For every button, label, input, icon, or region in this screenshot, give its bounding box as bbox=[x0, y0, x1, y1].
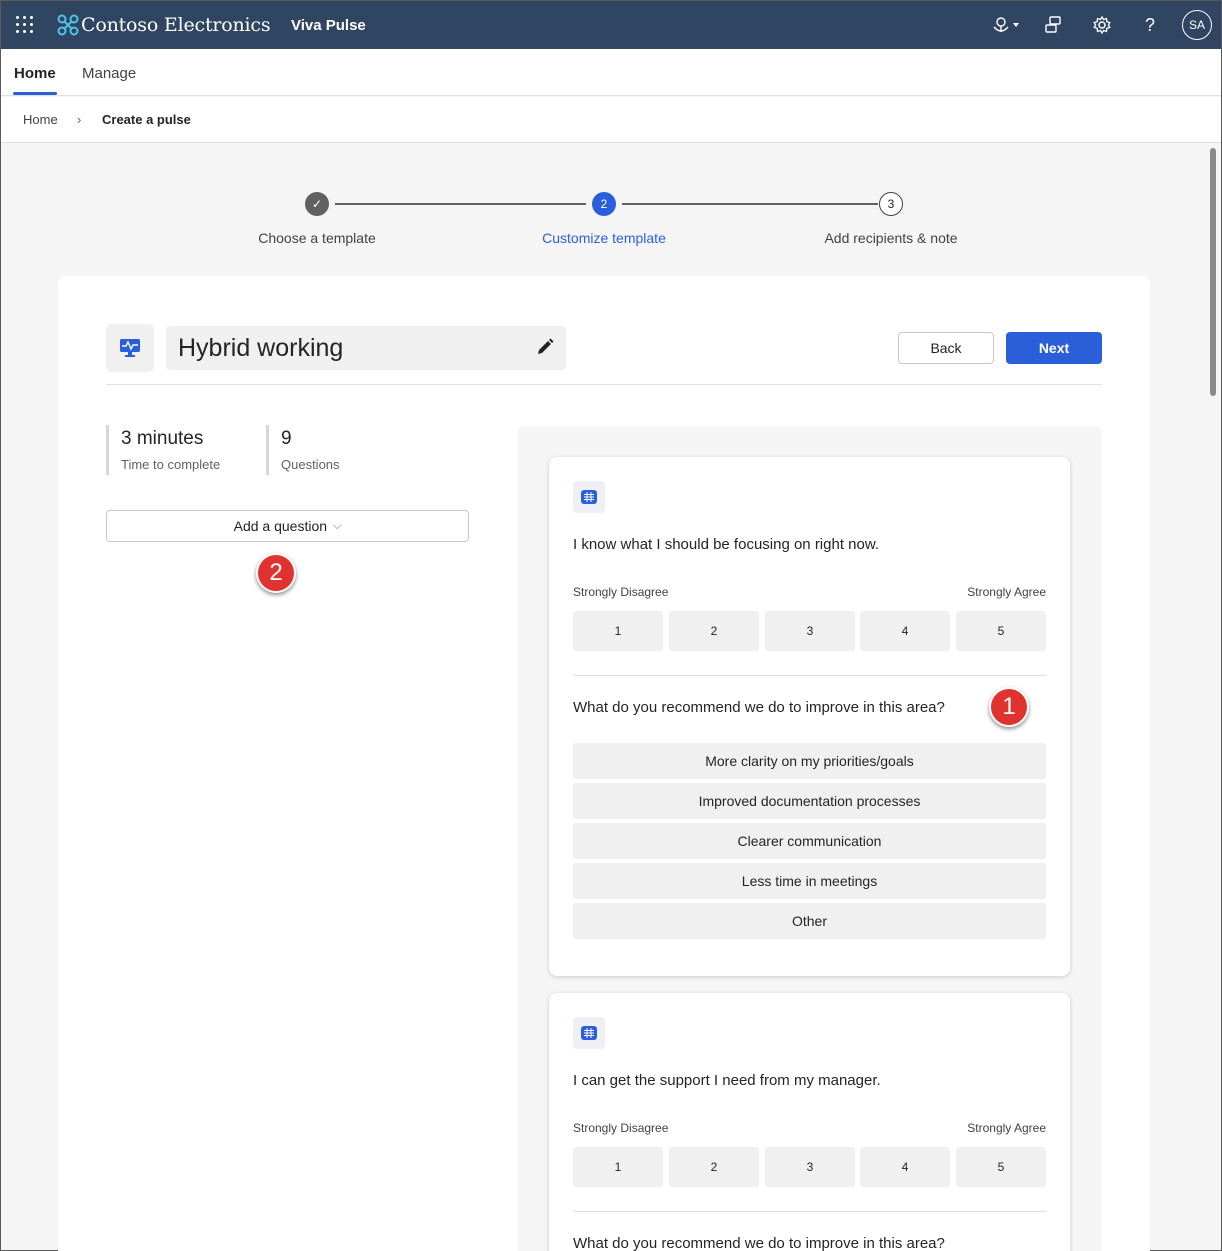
active-tab-indicator bbox=[13, 92, 57, 95]
brand-name[interactable]: Contoso Electronics bbox=[81, 14, 271, 36]
step-complete-check-icon: ✓ bbox=[305, 192, 329, 216]
scale-low-label: Strongly Disagree bbox=[573, 585, 669, 599]
question-text[interactable]: I can get the support I need from my man… bbox=[573, 1072, 881, 1089]
answer-option[interactable]: More clarity on my priorities/goals bbox=[573, 743, 1046, 779]
help-icon[interactable]: ? bbox=[1138, 13, 1162, 37]
tab-manage[interactable]: Manage bbox=[82, 65, 136, 82]
step-3-marker: 3 bbox=[879, 192, 903, 216]
feedback-icon[interactable] bbox=[1041, 13, 1065, 37]
answer-option[interactable]: Less time in meetings bbox=[573, 863, 1046, 899]
step-connector bbox=[622, 203, 878, 205]
survey-title[interactable]: Hybrid working bbox=[178, 334, 343, 363]
rating-option[interactable]: 3 bbox=[765, 1147, 855, 1187]
scale-low-label: Strongly Disagree bbox=[573, 1121, 669, 1135]
rating-option[interactable]: 2 bbox=[669, 1147, 759, 1187]
stat-time-label: Time to complete bbox=[121, 457, 221, 472]
rating-option[interactable]: 5 bbox=[956, 1147, 1046, 1187]
callout-badge-1: 1 bbox=[989, 687, 1029, 727]
breadcrumb-current: Create a pulse bbox=[102, 112, 191, 127]
app-name[interactable]: Viva Pulse bbox=[291, 17, 366, 34]
divider bbox=[106, 384, 1102, 385]
back-button[interactable]: Back bbox=[898, 332, 994, 364]
stat-time-value: 3 minutes bbox=[121, 428, 204, 449]
stat-questions: 9 Questions bbox=[266, 425, 416, 475]
chevron-down-icon: ⌵ bbox=[333, 519, 342, 532]
rating-option[interactable]: 4 bbox=[860, 1147, 950, 1187]
question-text[interactable]: I know what I should be focusing on righ… bbox=[573, 536, 879, 553]
scale-high-label: Strongly Agree bbox=[967, 1121, 1046, 1135]
next-button[interactable]: Next bbox=[1006, 332, 1102, 364]
divider bbox=[573, 1211, 1046, 1212]
step-2-marker: 2 bbox=[592, 192, 616, 216]
scrollbar-thumb[interactable] bbox=[1210, 148, 1216, 396]
stat-questions-value: 9 bbox=[281, 428, 292, 449]
add-question-button[interactable]: Add a question ⌵ bbox=[106, 510, 469, 542]
rating-option[interactable]: 3 bbox=[765, 611, 855, 651]
answer-option[interactable]: Clearer communication bbox=[573, 823, 1046, 859]
stat-questions-label: Questions bbox=[281, 457, 340, 472]
app-launcher-icon[interactable] bbox=[15, 15, 35, 35]
divider bbox=[573, 675, 1046, 676]
answer-option[interactable]: Improved documentation processes bbox=[573, 783, 1046, 819]
step-label-customize-template: Customize template bbox=[542, 230, 666, 246]
rating-option[interactable]: 5 bbox=[956, 611, 1046, 651]
followup-question-text[interactable]: What do you recommend we do to improve i… bbox=[573, 699, 945, 716]
nav-bar: Home Manage bbox=[1, 49, 1221, 96]
rating-question-icon bbox=[573, 481, 605, 513]
answer-option[interactable]: Other bbox=[573, 903, 1046, 939]
edit-pencil-icon[interactable] bbox=[534, 336, 556, 358]
settings-icon[interactable] bbox=[1090, 13, 1114, 37]
brand-logo-icon bbox=[57, 14, 79, 36]
rating-option[interactable]: 1 bbox=[573, 611, 663, 651]
breadcrumb: Home › Create a pulse bbox=[1, 97, 1221, 143]
callout-badge-2: 2 bbox=[256, 553, 296, 593]
copilot-icon[interactable] bbox=[989, 13, 1023, 37]
avatar[interactable]: SA bbox=[1182, 10, 1212, 40]
step-label-add-recipients: Add recipients & note bbox=[824, 230, 958, 246]
survey-title-field[interactable]: Hybrid working bbox=[166, 326, 566, 370]
rating-option[interactable]: 2 bbox=[669, 611, 759, 651]
stat-time: 3 minutes Time to complete bbox=[106, 425, 256, 475]
template-icon bbox=[106, 324, 154, 372]
rating-question-icon bbox=[573, 1017, 605, 1049]
add-question-label: Add a question bbox=[233, 518, 328, 534]
breadcrumb-home[interactable]: Home bbox=[23, 112, 58, 127]
step-connector bbox=[335, 203, 586, 205]
step-label-choose-template: Choose a template bbox=[258, 230, 376, 246]
tab-home[interactable]: Home bbox=[14, 65, 56, 82]
rating-option[interactable]: 4 bbox=[860, 611, 950, 651]
followup-question-text[interactable]: What do you recommend we do to improve i… bbox=[573, 1235, 945, 1251]
question-card: I can get the support I need from my man… bbox=[549, 993, 1070, 1251]
suite-bar: Contoso Electronics Viva Pulse ? SA bbox=[1, 1, 1221, 49]
scale-high-label: Strongly Agree bbox=[967, 585, 1046, 599]
chevron-right-icon: › bbox=[77, 112, 82, 127]
rating-option[interactable]: 1 bbox=[573, 1147, 663, 1187]
